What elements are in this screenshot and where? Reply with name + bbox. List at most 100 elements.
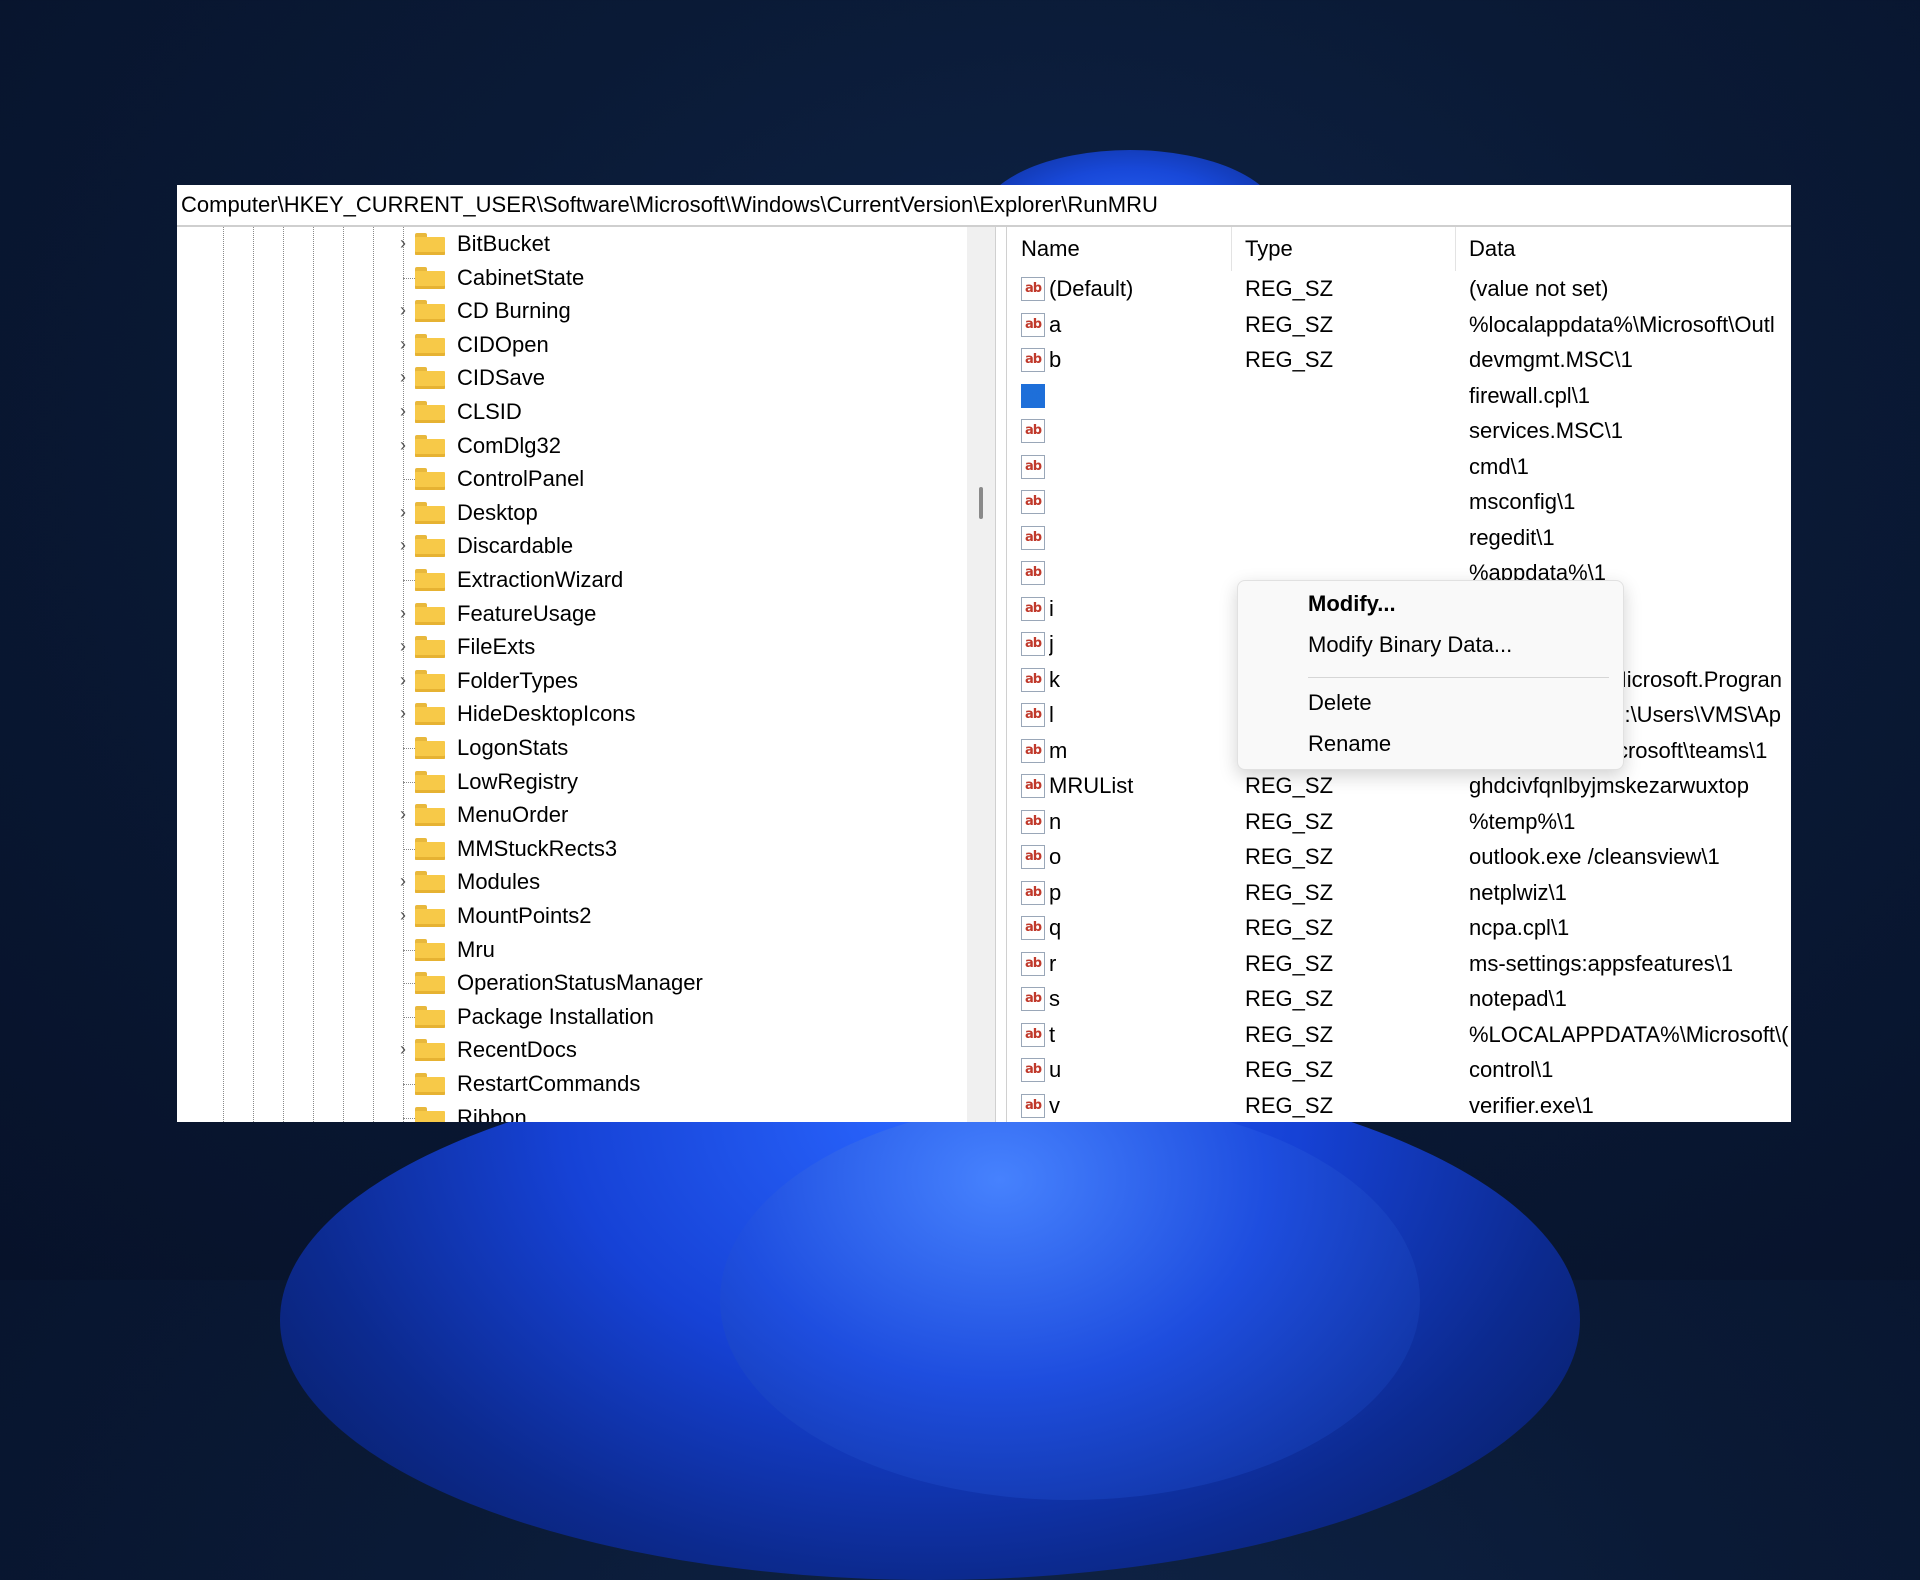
string-value-icon: ab [1021,1022,1045,1047]
value-row[interactable]: ab q REG_SZ ncpa.cpl\1 [1007,910,1791,946]
folder-icon [415,1073,445,1095]
value-name: t [1049,1021,1056,1047]
tree-item[interactable]: › BitBucket [177,227,957,261]
chevron-right-icon[interactable]: › [395,703,411,724]
value-row[interactable]: ab (Default) REG_SZ (value not set) [1007,271,1791,307]
value-row[interactable]: ab o REG_SZ outlook.exe /cleansview\1 [1007,839,1791,875]
tree-item[interactable]: LogonStats [177,731,957,765]
chevron-right-icon[interactable]: › [395,401,411,422]
folder-icon [415,703,445,726]
folder-icon [415,434,445,457]
tree-item[interactable]: LowRegistry [177,765,957,799]
folder-icon [415,1005,445,1028]
tree-item[interactable]: › Discardable [177,529,957,563]
chevron-right-icon[interactable]: › [395,636,411,657]
tree-scrollbar-thumb[interactable] [979,487,983,519]
value-name: u [1049,1057,1062,1082]
tree-item-label: Desktop [457,499,538,525]
tree-item[interactable]: › CLSID [177,395,957,429]
value-row[interactable]: ab services.MSC\1 [1007,413,1791,449]
tree-item[interactable]: Package Installation [177,1000,957,1034]
value-type: REG_SZ [1245,276,1334,301]
tree-item[interactable]: ControlPanel [177,462,957,496]
tree-item[interactable]: MMStuckRects3 [177,832,957,866]
tree-item-label: ExtractionWizard [457,567,624,592]
value-data: (value not set) [1469,276,1609,301]
tree-item-label: ComDlg32 [457,432,561,458]
value-data: %LOCALAPPDATA%\Microsoft\( [1469,1021,1789,1047]
column-header-name[interactable]: Name [1007,227,1232,271]
value-row[interactable]: ab u REG_SZ control\1 [1007,1052,1791,1088]
value-row[interactable]: ab r REG_SZ ms-settings:appsfeatures\1 [1007,946,1791,982]
tree-item[interactable]: › CIDSave [177,361,957,395]
tree-item[interactable]: Ribbon [177,1101,957,1122]
tree-item[interactable]: › FeatureUsage [177,597,957,631]
chevron-right-icon[interactable]: › [395,603,411,624]
chevron-right-icon[interactable]: › [395,233,411,254]
tree-item[interactable]: RestartCommands [177,1067,957,1101]
value-data: outlook.exe /cleansview\1 [1469,844,1720,869]
tree-item[interactable]: › ComDlg32 [177,429,957,463]
column-header-type[interactable]: Type [1231,227,1456,271]
tree-item[interactable]: › MenuOrder [177,798,957,832]
address-bar[interactable]: Computer\HKEY_CURRENT_USER\Software\Micr… [177,185,1791,227]
value-row[interactable]: ab v REG_SZ verifier.exe\1 [1007,1088,1791,1123]
value-row[interactable]: ab MRUList REG_SZ ghdcivfqnlbyjmskezarwuxto… [1007,768,1791,804]
folder-icon [415,905,445,927]
value-row[interactable]: ab cmd\1 [1007,449,1791,485]
string-value-icon: ab [1021,667,1045,692]
value-row[interactable]: ab t REG_SZ %LOCALAPPDATA%\Microsoft\( [1007,1017,1791,1053]
value-row[interactable]: ab n REG_SZ %temp%\1 [1007,804,1791,840]
chevron-right-icon[interactable]: › [395,535,411,556]
tree-item[interactable]: › FileExts [177,630,957,664]
string-value-icon: ab [1021,916,1045,940]
tree-item[interactable]: CabinetState [177,261,957,295]
chevron-right-icon[interactable]: › [395,435,411,456]
chevron-right-icon[interactable]: › [395,670,411,691]
tree-item[interactable]: ExtractionWizard [177,563,957,597]
tree-item[interactable]: › CIDOpen [177,328,957,362]
folder-icon [415,468,445,491]
tree-item[interactable]: › Modules [177,865,957,899]
value-row[interactable]: ab regedit\1 [1007,520,1791,556]
value-data: notepad\1 [1469,986,1567,1011]
value-data: ms-settings:appsfeatures\1 [1469,950,1734,976]
menu-item-rename[interactable]: Rename [1308,731,1391,757]
chevron-right-icon[interactable]: › [395,502,411,523]
folder-icon [415,871,445,894]
tree-item[interactable]: › MountPoints2 [177,899,957,933]
tree-item[interactable]: › RecentDocs [177,1033,957,1067]
tree-item[interactable]: › Desktop [177,496,957,530]
tree-item[interactable]: OperationStatusManager [177,966,957,1000]
value-row[interactable]: ab firewall.cpl\1 [1007,378,1791,414]
chevron-right-icon[interactable]: › [395,871,411,892]
chevron-right-icon[interactable]: › [395,804,411,825]
menu-item-delete[interactable]: Delete [1308,690,1372,716]
value-row[interactable]: ab s REG_SZ notepad\1 [1007,981,1791,1017]
tree-scrollbar[interactable] [967,227,995,1122]
context-menu: Modify... Modify Binary Data... Delete R… [1237,580,1624,770]
value-row[interactable]: ab msconfig\1 [1007,484,1791,520]
folder-icon [415,535,445,558]
chevron-right-icon[interactable]: › [395,334,411,355]
value-data: msconfig\1 [1469,489,1576,514]
tree-item[interactable]: Mru [177,933,957,967]
folder-icon [415,737,445,759]
value-row[interactable]: ab a REG_SZ %localappdata%\Microsoft\Outl [1007,307,1791,343]
menu-item-modify-binary-data[interactable]: Modify Binary Data... [1308,632,1512,658]
registry-editor-window: Computer\HKEY_CURRENT_USER\Software\Micr… [177,185,1791,1122]
menu-item-modify[interactable]: Modify... [1308,591,1396,617]
chevron-right-icon[interactable]: › [395,367,411,388]
string-value-icon: ab [1021,845,1045,869]
value-row[interactable]: ab p REG_SZ netplwiz\1 [1007,875,1791,911]
pane-splitter[interactable] [995,227,1007,1122]
tree-item[interactable]: › CD Burning [177,294,957,328]
column-header-data[interactable]: Data [1455,227,1791,271]
tree-item-label: Package Installation [457,1003,654,1029]
chevron-right-icon[interactable]: › [395,905,411,926]
chevron-right-icon[interactable]: › [395,300,411,321]
chevron-right-icon[interactable]: › [395,1039,411,1060]
tree-item[interactable]: › HideDesktopIcons [177,697,957,731]
tree-item[interactable]: › FolderTypes [177,664,957,698]
value-row[interactable]: ab b REG_SZ devmgmt.MSC\1 [1007,342,1791,378]
